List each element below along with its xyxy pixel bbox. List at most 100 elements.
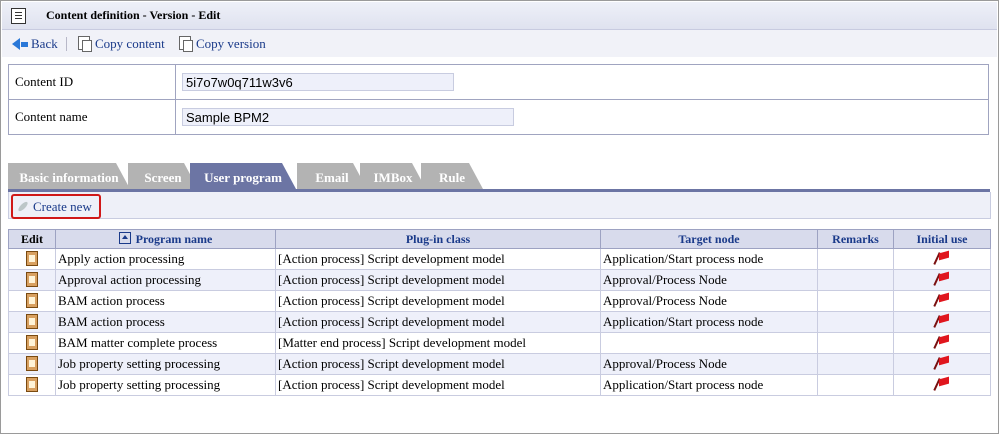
- feather-icon: [16, 200, 30, 213]
- red-flag-icon[interactable]: [935, 272, 949, 286]
- tab-rule[interactable]: Rule: [421, 163, 483, 189]
- window-title: Content definition - Version - Edit: [46, 8, 221, 22]
- copy-version-label: Copy version: [196, 36, 266, 51]
- target-node-cell: Application/Start process node: [600, 374, 818, 396]
- edit-icon[interactable]: [26, 355, 38, 371]
- edit-icon[interactable]: [26, 334, 38, 350]
- table-row: BAM matter complete process [Matter end …: [8, 332, 991, 354]
- edit-cell: [8, 332, 56, 354]
- remarks-cell: [817, 269, 894, 291]
- red-flag-icon[interactable]: [935, 314, 949, 328]
- content-info-table: Content ID 5i7o7w0q711w3v6 Content name …: [8, 64, 989, 135]
- user-program-table: Edit Program name Plug-in class Target n…: [8, 229, 991, 396]
- title-bar: Content definition - Version - Edit: [2, 2, 997, 30]
- edit-icon[interactable]: [26, 313, 38, 329]
- content-name-label: Content name: [8, 99, 176, 135]
- program-name-cell: Approval action processing: [55, 269, 276, 291]
- column-header-plugin-class[interactable]: Plug-in class: [275, 229, 601, 249]
- red-flag-icon[interactable]: [935, 251, 949, 265]
- table-row: BAM action process [Action process] Scri…: [8, 311, 991, 333]
- plugin-class-cell: [Matter end process] Script development …: [275, 332, 601, 354]
- content-id-cell: 5i7o7w0q711w3v6: [175, 64, 989, 100]
- remarks-cell: [817, 248, 894, 270]
- red-flag-icon[interactable]: [935, 356, 949, 370]
- plugin-class-cell: [Action process] Script development mode…: [275, 290, 601, 312]
- tab-user-program[interactable]: User program: [190, 163, 296, 189]
- copy-content-button[interactable]: Copy content: [78, 36, 165, 52]
- initial-use-cell: [893, 248, 991, 270]
- edit-cell: [8, 248, 56, 270]
- table-header-row: Edit Program name Plug-in class Target n…: [8, 229, 991, 249]
- target-node-cell: [600, 332, 818, 354]
- plugin-class-cell: [Action process] Script development mode…: [275, 269, 601, 291]
- plugin-class-cell: [Action process] Script development mode…: [275, 374, 601, 396]
- copy-icon: [78, 36, 92, 52]
- action-bar: Create new: [8, 192, 991, 219]
- copy-content-label: Copy content: [95, 36, 165, 51]
- column-header-edit: Edit: [8, 229, 56, 249]
- edit-cell: [8, 269, 56, 291]
- column-header-program-name[interactable]: Program name: [55, 229, 276, 249]
- initial-use-cell: [893, 290, 991, 312]
- table-row: Job property setting processing [Action …: [8, 374, 991, 396]
- toolbar: Back Copy content Copy version: [2, 30, 997, 57]
- program-name-cell: Job property setting processing: [55, 374, 276, 396]
- tab-screen[interactable]: Screen: [128, 163, 198, 189]
- initial-use-cell: [893, 269, 991, 291]
- edit-icon[interactable]: [26, 292, 38, 308]
- initial-use-cell: [893, 353, 991, 375]
- back-button[interactable]: Back: [12, 36, 58, 52]
- remarks-cell: [817, 311, 894, 333]
- table-row: Approval action processing [Action proce…: [8, 269, 991, 291]
- plugin-class-cell: [Action process] Script development mode…: [275, 248, 601, 270]
- content-name-cell: Sample BPM2: [175, 99, 989, 135]
- remarks-cell: [817, 290, 894, 312]
- target-node-cell: Application/Start process node: [600, 248, 818, 270]
- program-name-cell: BAM matter complete process: [55, 332, 276, 354]
- column-header-remarks[interactable]: Remarks: [817, 229, 894, 249]
- edit-cell: [8, 353, 56, 375]
- content-name-field[interactable]: Sample BPM2: [182, 108, 514, 126]
- document-icon: [11, 8, 26, 24]
- plugin-class-cell: [Action process] Script development mode…: [275, 353, 601, 375]
- tab-imbox[interactable]: IMBox: [360, 163, 426, 189]
- edit-icon[interactable]: [26, 376, 38, 392]
- column-header-target-node[interactable]: Target node: [600, 229, 818, 249]
- content-id-label: Content ID: [8, 64, 176, 100]
- target-node-cell: Application/Start process node: [600, 311, 818, 333]
- edit-icon[interactable]: [26, 250, 38, 266]
- create-new-label: Create new: [33, 199, 92, 214]
- toolbar-divider: [66, 37, 67, 51]
- red-flag-icon[interactable]: [935, 377, 949, 391]
- tab-bar: Basic information Screen User program Em…: [8, 163, 991, 190]
- plugin-class-cell: [Action process] Script development mode…: [275, 311, 601, 333]
- sort-ascending-icon[interactable]: [118, 231, 131, 244]
- edit-cell: [8, 311, 56, 333]
- target-node-cell: Approval/Process Node: [600, 290, 818, 312]
- initial-use-cell: [893, 332, 991, 354]
- copy-icon: [179, 36, 193, 52]
- red-flag-icon[interactable]: [935, 293, 949, 307]
- create-new-button[interactable]: Create new: [11, 194, 101, 219]
- program-name-cell: BAM action process: [55, 311, 276, 333]
- initial-use-cell: [893, 311, 991, 333]
- red-flag-icon[interactable]: [935, 335, 949, 349]
- table-row: Job property setting processing [Action …: [8, 353, 991, 375]
- tab-basic-information[interactable]: Basic information: [8, 163, 130, 189]
- target-node-cell: Approval/Process Node: [600, 269, 818, 291]
- back-arrow-icon: [12, 38, 20, 50]
- edit-cell: [8, 374, 56, 396]
- table-row: Apply action processing [Action process]…: [8, 248, 991, 270]
- content-id-field[interactable]: 5i7o7w0q711w3v6: [182, 73, 454, 91]
- program-name-cell: BAM action process: [55, 290, 276, 312]
- tab-email[interactable]: Email: [297, 163, 367, 189]
- edit-icon[interactable]: [26, 271, 38, 287]
- column-header-initial-use[interactable]: Initial use: [893, 229, 991, 249]
- program-name-cell: Apply action processing: [55, 248, 276, 270]
- remarks-cell: [817, 374, 894, 396]
- edit-cell: [8, 290, 56, 312]
- table-row: BAM action process [Action process] Scri…: [8, 290, 991, 312]
- program-name-cell: Job property setting processing: [55, 353, 276, 375]
- copy-version-button[interactable]: Copy version: [179, 36, 266, 52]
- remarks-cell: [817, 332, 894, 354]
